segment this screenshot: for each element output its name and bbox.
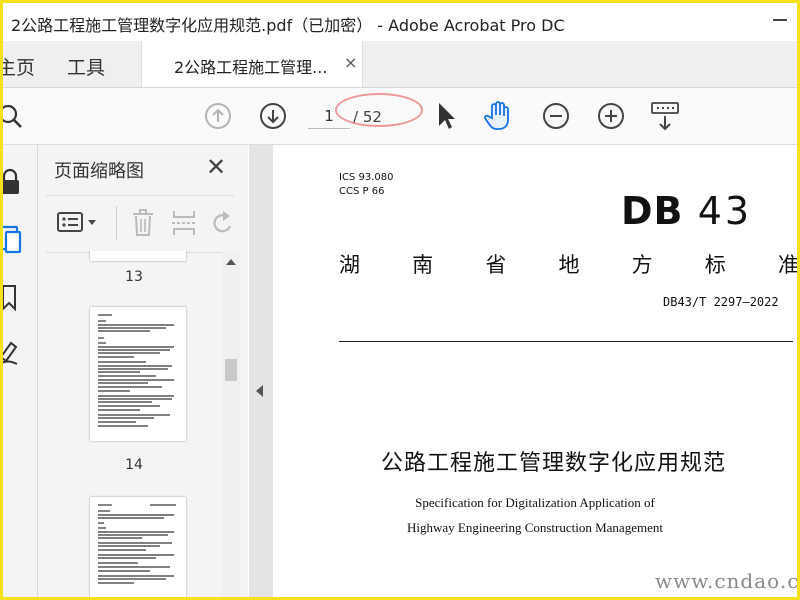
db-number: 43 [697,189,753,233]
select-cursor-icon[interactable] [435,100,457,132]
nav-tools[interactable]: 工具 [67,53,105,80]
bookmark-icon[interactable] [0,283,21,313]
document-tab-label: 2公路工程施工管理... [174,58,328,77]
watermark: www.cndao.com [655,569,797,593]
window-title: 2公路工程施工管理数字化应用规范.pdf（已加密） - Adobe Acroba… [11,16,565,35]
document-title-en-line1: Specification for Digitalization Applica… [415,495,655,510]
region-char: 省 [485,253,507,277]
acrobat-window: 2公路工程施工管理数字化应用规范.pdf（已加密） - Adobe Acroba… [0,0,800,600]
left-nav-rail [3,145,38,597]
panel-collapse-handle[interactable] [249,145,273,597]
panel-toolbar [46,195,234,253]
thumbnail-text-lines [98,314,174,427]
keyboard-scroll-icon[interactable] [649,100,683,134]
options-menu-icon[interactable] [56,210,102,236]
close-tab-icon[interactable]: × [344,53,357,72]
thumbnail-text-lines [98,504,176,584]
delete-page-icon[interactable] [130,208,156,238]
document-title-cn: 公路工程施工管理数字化应用规范 [381,451,727,476]
region-heading: 湖 南 省 地 方 标 准 [339,249,797,279]
db-prefix: DB [621,189,684,233]
scrollbar-thumb[interactable] [225,359,237,381]
region-char: 方 [631,253,653,277]
thumbnail-page-15[interactable] [90,497,186,597]
main-toolbar: 1 / 52 [3,88,797,145]
insert-page-icon[interactable] [170,208,198,238]
ics-code: ICS 93.080 CCS P 66 [339,171,393,199]
rotate-page-icon[interactable] [210,208,236,238]
zoom-out-icon[interactable] [541,101,571,131]
active-pointer [27,233,37,249]
region-char: 南 [412,253,434,277]
page-thumbnails-icon[interactable] [0,223,25,255]
region-char: 准 [777,253,797,277]
previous-page-icon[interactable] [203,101,233,131]
title-bar: 2公路工程施工管理数字化应用规范.pdf（已加密） - Adobe Acroba… [3,3,797,41]
annotation-oval [335,93,423,127]
signature-icon[interactable] [0,337,23,367]
hand-tool-icon[interactable] [483,98,515,132]
ccs-line: CCS P 66 [339,186,385,197]
scroll-up-icon[interactable] [226,259,236,265]
document-tab[interactable]: 2公路工程施工管理... × [141,41,363,87]
thumbnail-page-13[interactable] [90,251,186,261]
thumbnail-label: 14 [125,457,143,473]
thumbnail-panel: 页面缩略图 ✕ 13 14 [38,145,248,597]
panel-title: 页面缩略图 [54,161,144,182]
standard-number: DB43/T 2297—2022 [663,295,779,309]
thumbnail-page-14[interactable] [90,307,186,441]
document-page: ICS 93.080 CCS P 66 DB 43 湖 南 省 地 方 标 准 … [273,145,797,597]
toolbar-divider [116,206,117,240]
close-panel-icon[interactable]: ✕ [206,153,226,181]
horizontal-rule [339,341,793,342]
document-title-en-line2: Highway Engineering Construction Managem… [407,520,663,535]
collapse-arrow-icon[interactable] [256,385,263,397]
minimize-button[interactable] [773,19,787,21]
ics-line: ICS 93.080 [339,172,394,183]
tab-bar: 主页 工具 2公路工程施工管理... × [3,41,797,88]
thumbnail-list: 13 14 [46,251,222,597]
thumbnail-scrollbar[interactable] [222,251,240,597]
region-char: 湖 [339,253,360,277]
db-standard-logo: DB 43 [621,189,752,233]
region-char: 地 [558,253,580,277]
region-char: 标 [704,253,726,277]
nav-home[interactable]: 主页 [3,53,35,80]
search-icon[interactable] [0,102,27,132]
zoom-in-icon[interactable] [596,101,626,131]
lock-icon[interactable] [0,167,23,197]
next-page-icon[interactable] [258,101,288,131]
thumbnail-label: 13 [125,269,143,285]
